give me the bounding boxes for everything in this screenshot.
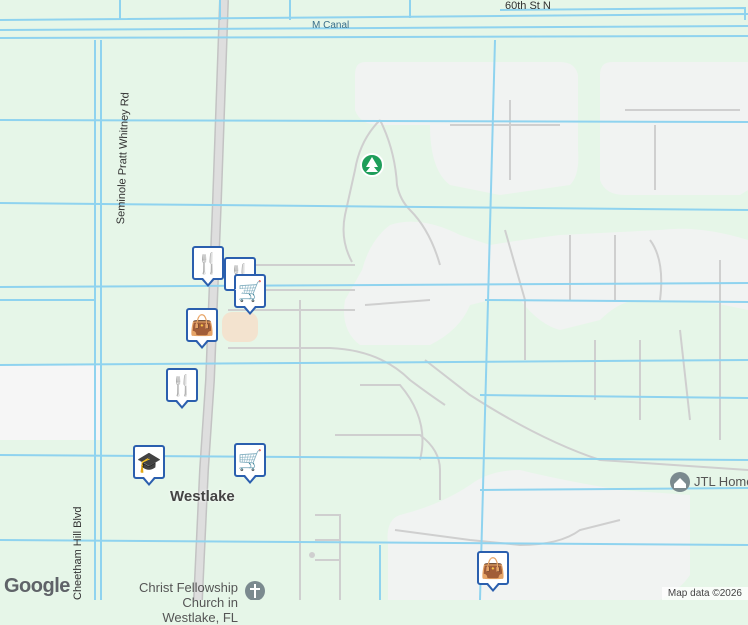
google-logo: Google (4, 575, 70, 597)
church-label: Christ Fellowship Church in Westlake, FL (139, 580, 238, 625)
park-icon (360, 153, 384, 177)
graduation-cap-icon: 🎓 (136, 451, 162, 474)
map-attribution[interactable]: Map data ©2026 (661, 587, 748, 600)
jtl-homes-icon (670, 472, 690, 492)
fork-knife-icon: 🍴 (169, 374, 195, 397)
road-cheetham-label: Cheetham Hill Blvd (72, 506, 84, 600)
shopping-pin[interactable]: 👜 (186, 308, 218, 349)
school-pin[interactable]: 🎓 (133, 445, 165, 486)
shopping-pin[interactable]: 👜 (477, 551, 509, 592)
jtl-homes-label: JTL Homes (694, 474, 748, 489)
shopping-bag-icon: 👜 (480, 557, 506, 580)
street-60th-label: 60th St N (505, 0, 551, 12)
restaurant-pin[interactable]: 🍴 (192, 246, 224, 287)
city-label: Westlake (170, 488, 235, 505)
restaurant-pin[interactable]: 🍴 (166, 368, 198, 409)
shopping-cart-icon: 🛒 (237, 449, 263, 472)
plaza-area (222, 312, 258, 342)
fork-knife-icon: 🍴 (195, 252, 221, 275)
grocery-pin[interactable]: 🛒 (234, 443, 266, 484)
map-canvas[interactable] (0, 0, 748, 600)
canal-label: M Canal (312, 20, 350, 31)
shopping-bag-icon: 👜 (189, 314, 215, 337)
